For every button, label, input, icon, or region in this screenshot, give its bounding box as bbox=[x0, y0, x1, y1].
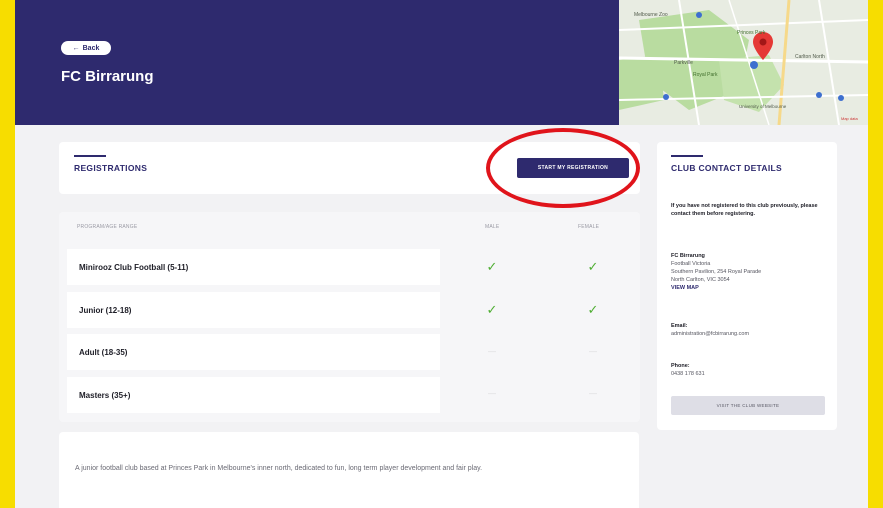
back-button[interactable]: ← Back bbox=[61, 41, 111, 55]
phone-label: Phone: bbox=[671, 363, 690, 369]
registrations-title: REGISTRATIONS bbox=[74, 163, 148, 173]
program-label: Junior (12-18) bbox=[79, 305, 132, 315]
back-label: Back bbox=[82, 44, 100, 52]
unavailable-icon: — bbox=[589, 389, 597, 398]
table-row: Junior (12-18) bbox=[67, 292, 440, 328]
section-accent bbox=[671, 155, 703, 157]
column-header-female: FEMALE bbox=[578, 224, 600, 230]
view-map-link[interactable]: VIEW MAP bbox=[671, 285, 699, 291]
phone-value: 0438 178 631 bbox=[671, 371, 705, 377]
map-label: Carlton North bbox=[795, 54, 825, 60]
check-icon: ✓ bbox=[486, 302, 498, 317]
venue-address-line: North Carlton, VIC 3054 bbox=[671, 277, 730, 283]
program-label: Minirooz Club Football (5-11) bbox=[79, 262, 189, 272]
highlight-circle bbox=[486, 128, 640, 208]
unavailable-icon: — bbox=[488, 347, 496, 356]
about-text: A junior football club based at Princes … bbox=[75, 465, 483, 472]
check-icon: ✓ bbox=[587, 302, 599, 317]
visit-website-button[interactable]: VISIT THE CLUB WEBSITE bbox=[671, 396, 825, 415]
map-label: Melbourne Zoo bbox=[634, 12, 668, 18]
venue-address-line: Football Victoria bbox=[671, 261, 711, 267]
column-header-program: PROGRAM/AGE RANGE bbox=[77, 224, 138, 230]
check-icon: ✓ bbox=[587, 259, 599, 274]
unavailable-icon: — bbox=[589, 347, 597, 356]
map-pin-icon bbox=[753, 32, 773, 60]
program-label: Adult (18-35) bbox=[79, 347, 128, 357]
contact-notice: If you have not registered to this club … bbox=[671, 203, 818, 217]
map-label: University of Melbourne bbox=[739, 104, 787, 109]
email-link[interactable]: administration@fcbirrarung.com bbox=[671, 330, 749, 338]
venue-address-line: Southern Pavilion, 254 Royal Parade bbox=[671, 269, 762, 275]
arrow-left-icon: ← bbox=[72, 44, 80, 52]
table-row: Adult (18-35) bbox=[67, 334, 440, 370]
contact-title: CLUB CONTACT DETAILS bbox=[671, 163, 782, 173]
check-icon: ✓ bbox=[486, 259, 498, 274]
table-row: Masters (35+) bbox=[67, 377, 440, 413]
section-accent bbox=[74, 155, 106, 157]
email-label: Email: bbox=[671, 323, 688, 329]
table-row: Minirooz Club Football (5-11) bbox=[67, 249, 440, 285]
map-label: Princes Park bbox=[737, 30, 766, 36]
program-label: Masters (35+) bbox=[79, 390, 131, 400]
column-header-male: MALE bbox=[485, 224, 500, 230]
map-label: Royal Park bbox=[693, 72, 718, 78]
venue-name: FC Birrarung bbox=[671, 253, 705, 259]
map-attribution: Map data bbox=[841, 116, 858, 121]
unavailable-icon: — bbox=[488, 389, 496, 398]
club-map[interactable]: Melbourne Zoo Princes Park Parkville Roy… bbox=[619, 0, 868, 125]
page: ← Back FC Birrarung Melbourne Zoo Prince… bbox=[15, 0, 868, 508]
page-title: FC Birrarung bbox=[61, 68, 154, 85]
map-label: Parkville bbox=[674, 60, 693, 66]
